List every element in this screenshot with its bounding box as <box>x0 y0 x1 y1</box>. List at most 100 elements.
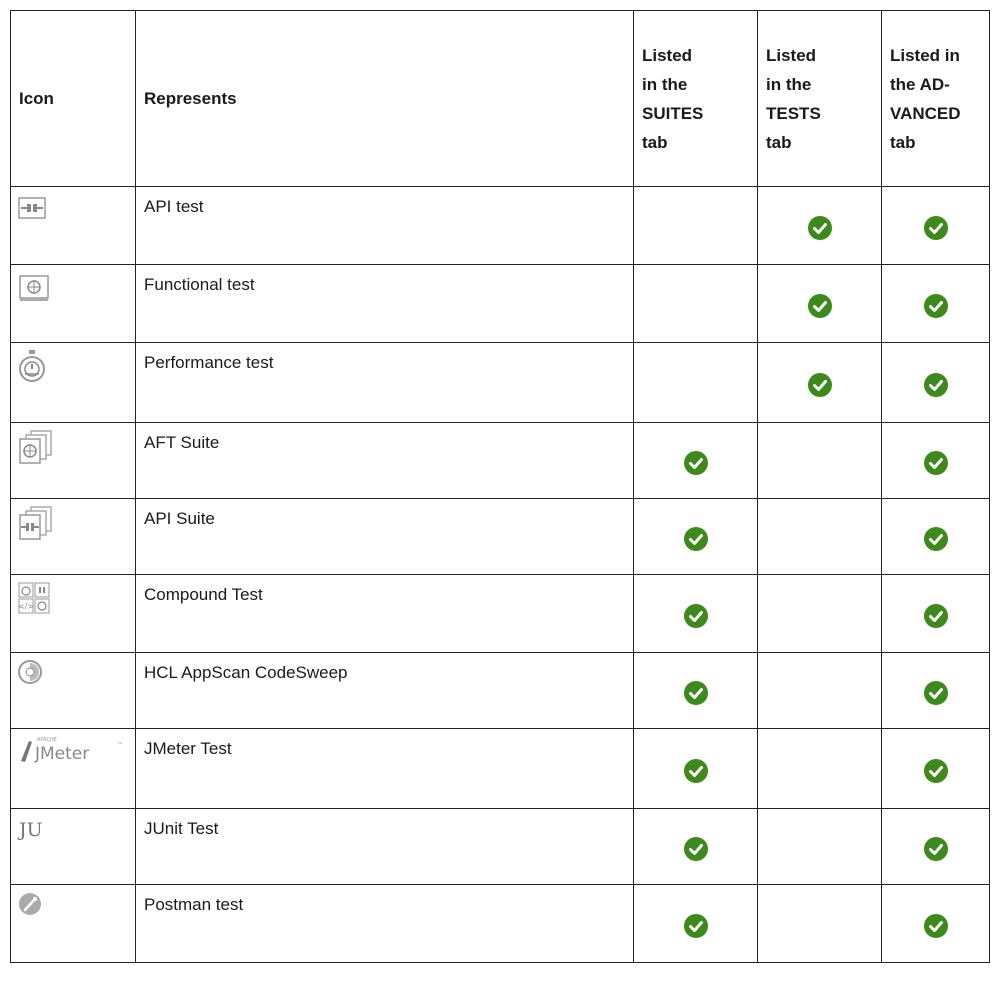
tests-cell <box>757 342 882 423</box>
tests-cell <box>757 264 882 343</box>
advanced-cell <box>881 498 990 575</box>
table-row: JU JUnit Test <box>10 808 990 885</box>
advanced-cell <box>881 186 990 265</box>
advanced-cell <box>881 264 990 343</box>
tests-cell <box>757 808 882 885</box>
advanced-cell <box>881 652 990 729</box>
check-icon <box>923 826 949 867</box>
table-row: Postman test <box>10 884 990 963</box>
represents-cell: AFT Suite <box>135 422 634 499</box>
check-icon <box>807 205 833 246</box>
svg-text:APACHE: APACHE <box>37 737 57 743</box>
junit-icon: JU <box>17 815 57 846</box>
check-icon <box>923 670 949 711</box>
icon-cell <box>10 652 136 729</box>
postman-icon <box>17 891 43 922</box>
advanced-cell <box>881 574 990 653</box>
table-row: APACHE JMeter ™ JMeter Test <box>10 728 990 809</box>
header-represents: Represents <box>135 10 634 187</box>
svg-text:JMeter: JMeter <box>34 744 89 764</box>
header-tests: Listed in the TESTS tab <box>757 10 882 187</box>
tests-cell <box>757 186 882 265</box>
api-suite-icon <box>17 505 55 546</box>
check-icon <box>923 903 949 944</box>
tests-cell <box>757 884 882 963</box>
suites-cell <box>633 264 758 343</box>
suites-cell <box>633 652 758 729</box>
tests-cell <box>757 422 882 499</box>
check-icon <box>683 670 709 711</box>
check-icon <box>683 593 709 634</box>
advanced-cell <box>881 808 990 885</box>
icon-legend-table: Icon Represents Listed in the SUITES tab… <box>10 10 990 963</box>
represents-cell: Postman test <box>135 884 634 963</box>
represents-cell: Performance test <box>135 342 634 423</box>
icon-cell <box>10 498 136 575</box>
check-icon <box>683 903 709 944</box>
suites-cell <box>633 884 758 963</box>
table-row: API Suite <box>10 498 990 575</box>
svg-text:™: ™ <box>117 742 123 749</box>
advanced-cell <box>881 728 990 809</box>
icon-cell <box>10 264 136 343</box>
represents-cell: API test <box>135 186 634 265</box>
icon-cell <box>10 884 136 963</box>
check-icon <box>923 748 949 789</box>
check-icon <box>923 283 949 324</box>
svg-text:JU: JU <box>17 819 43 841</box>
functional-test-icon <box>17 271 51 310</box>
suites-cell <box>633 808 758 885</box>
tests-cell <box>757 652 882 729</box>
icon-cell: APACHE JMeter ™ <box>10 728 136 809</box>
check-icon <box>923 362 949 403</box>
check-icon <box>923 593 949 634</box>
codesweep-icon <box>17 659 43 690</box>
table-row: Performance test <box>10 342 990 423</box>
table-row: </> Compound Test <box>10 574 990 653</box>
aft-suite-icon <box>17 429 55 470</box>
suites-cell <box>633 186 758 265</box>
suites-cell <box>633 422 758 499</box>
icon-cell <box>10 422 136 499</box>
check-icon <box>683 440 709 481</box>
advanced-cell <box>881 422 990 499</box>
represents-cell: HCL AppScan CodeSweep <box>135 652 634 729</box>
tests-cell <box>757 574 882 653</box>
header-advanced: Listed in the AD- VANCED tab <box>881 10 990 187</box>
check-icon <box>807 362 833 403</box>
table-row: HCL AppScan CodeSweep <box>10 652 990 729</box>
tests-cell <box>757 728 882 809</box>
check-icon <box>683 748 709 789</box>
table-row: API test <box>10 186 990 265</box>
suites-cell <box>633 498 758 575</box>
table-row: AFT Suite <box>10 422 990 499</box>
check-icon <box>923 440 949 481</box>
icon-cell <box>10 186 136 265</box>
check-icon <box>683 516 709 557</box>
performance-test-icon <box>17 349 47 388</box>
represents-cell: JMeter Test <box>135 728 634 809</box>
suites-cell <box>633 342 758 423</box>
compound-test-icon: </> <box>17 581 51 620</box>
represents-cell: Compound Test <box>135 574 634 653</box>
represents-cell: JUnit Test <box>135 808 634 885</box>
svg-text:</>: </> <box>18 602 34 611</box>
check-icon <box>683 826 709 867</box>
suites-cell <box>633 728 758 809</box>
header-icon: Icon <box>10 10 136 187</box>
table-row: Functional test <box>10 264 990 343</box>
header-suites: Listed in the SUITES tab <box>633 10 758 187</box>
api-test-icon <box>17 193 47 228</box>
check-icon <box>923 516 949 557</box>
jmeter-icon: APACHE JMeter ™ <box>17 735 129 770</box>
suites-cell <box>633 574 758 653</box>
represents-cell: API Suite <box>135 498 634 575</box>
icon-cell: </> <box>10 574 136 653</box>
tests-cell <box>757 498 882 575</box>
advanced-cell <box>881 884 990 963</box>
check-icon <box>807 283 833 324</box>
represents-cell: Functional test <box>135 264 634 343</box>
check-icon <box>923 205 949 246</box>
icon-cell <box>10 342 136 423</box>
icon-cell: JU <box>10 808 136 885</box>
